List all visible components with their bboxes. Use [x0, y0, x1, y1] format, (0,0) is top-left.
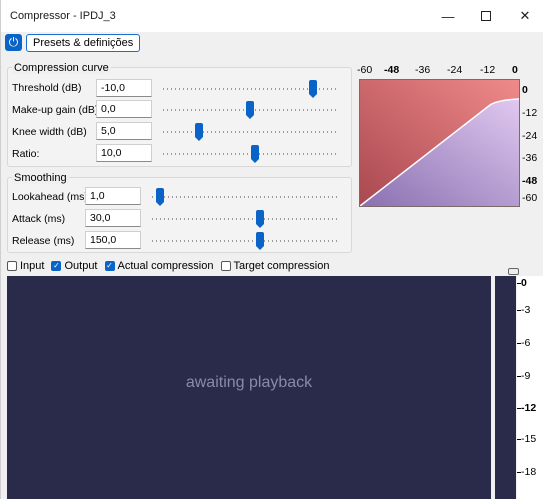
compression-curve-graph	[359, 79, 520, 207]
input-checkbox[interactable]: Input	[7, 260, 44, 272]
title-bar: Compressor - IPDJ_3 — ✕	[1, 0, 543, 32]
graph-x-tick: -48	[384, 64, 400, 76]
power-icon: ⏻	[8, 35, 19, 49]
close-icon: ✕	[519, 8, 531, 23]
meter-scroll-handle[interactable]	[508, 268, 519, 275]
meter-tick: -6	[521, 337, 531, 349]
minimize-icon: —	[441, 8, 455, 24]
meter-tick: -12	[521, 402, 537, 414]
meter-tick: -3	[521, 304, 531, 316]
meter-tick: -9	[521, 370, 531, 382]
waveform-display: awaiting playback	[7, 276, 491, 499]
release-slider-track	[152, 240, 337, 242]
ratio-input[interactable]: 10,0	[96, 144, 152, 162]
compression-curve-svg	[360, 80, 519, 206]
display-options: Input ✓ Output ✓ Actual compression Target…	[7, 258, 337, 274]
graph-y-tick: -12	[522, 107, 538, 119]
maximize-icon	[481, 11, 491, 21]
output-checkbox[interactable]: ✓ Output	[51, 260, 98, 272]
graph-x-tick: -24	[447, 64, 463, 76]
graph-y-tick: -48	[522, 175, 538, 187]
graph-x-tick: -12	[480, 64, 496, 76]
smoothing-title: Smoothing	[12, 172, 69, 184]
checkbox-box	[220, 261, 231, 271]
graph-y-tick: -60	[522, 192, 538, 204]
compressor-window: Compressor - IPDJ_3 — ✕ ⏻ Presets & defi…	[0, 0, 543, 499]
graph-x-tick: 0	[512, 64, 518, 76]
meter-tick: -18	[521, 466, 537, 478]
threshold-label: Threshold (dB)	[12, 82, 82, 94]
makeup-gain-label: Make-up gain (dB)	[12, 104, 99, 116]
graph-y-tick: -36	[522, 152, 538, 164]
threshold-input[interactable]: -10,0	[96, 79, 152, 97]
graph-x-tick: -36	[415, 64, 431, 76]
ratio-slider-thumb[interactable]	[250, 145, 259, 163]
graph-x-tick: -60	[357, 64, 373, 76]
awaiting-playback-message: awaiting playback	[185, 374, 313, 391]
makeup-gain-input[interactable]: 0,0	[96, 100, 152, 118]
meter-tick: 0	[521, 277, 527, 289]
attack-input[interactable]: 30,0	[85, 209, 141, 227]
release-label: Release (ms)	[12, 235, 75, 247]
actual-compression-checkbox[interactable]: ✓ Actual compression	[104, 260, 214, 272]
knee-width-slider-track	[163, 131, 337, 133]
checkbox-label: Input	[20, 260, 45, 272]
attack-label: Attack (ms)	[12, 213, 66, 225]
presets-button[interactable]: Presets & definições	[26, 34, 141, 52]
knee-width-input[interactable]: 5,0	[96, 122, 152, 140]
lookahead-label: Lookahead (ms)	[12, 191, 88, 203]
window-title: Compressor - IPDJ_3	[10, 10, 116, 22]
makeup-gain-slider-thumb[interactable]	[246, 101, 254, 119]
graph-y-tick: 0	[522, 84, 528, 96]
lookahead-input[interactable]: 1,0	[85, 187, 141, 205]
compression-curve-title: Compression curve	[12, 62, 111, 74]
checkmark-icon: ✓	[104, 261, 115, 271]
release-input[interactable]: 150,0	[85, 231, 141, 249]
ratio-label: Ratio:	[12, 148, 40, 160]
lookahead-slider-track	[152, 196, 337, 198]
attack-slider-thumb[interactable]	[256, 210, 265, 228]
release-slider-thumb[interactable]	[256, 232, 265, 250]
checkmark-icon: ✓	[51, 261, 62, 271]
checkbox-label: Target compression	[233, 260, 330, 272]
power-button[interactable]: ⏻	[5, 34, 22, 51]
checkbox-label: Actual compression	[117, 260, 214, 272]
graph-y-tick: -24	[522, 130, 538, 142]
attack-slider-track	[152, 218, 337, 220]
knee-width-slider-thumb[interactable]	[194, 123, 203, 141]
checkbox-label: Output	[64, 260, 98, 272]
threshold-slider-thumb[interactable]	[309, 80, 318, 98]
checkbox-box	[7, 261, 17, 271]
compression-meter	[495, 276, 516, 499]
maximize-button[interactable]	[469, 0, 503, 32]
target-compression-checkbox[interactable]: Target compression	[220, 260, 330, 272]
knee-width-label: Knee width (dB)	[12, 126, 87, 138]
minimize-button[interactable]: —	[431, 0, 465, 32]
close-button[interactable]: ✕	[508, 0, 542, 32]
lookahead-slider-thumb[interactable]	[155, 188, 164, 206]
meter-tick: -15	[521, 433, 537, 445]
